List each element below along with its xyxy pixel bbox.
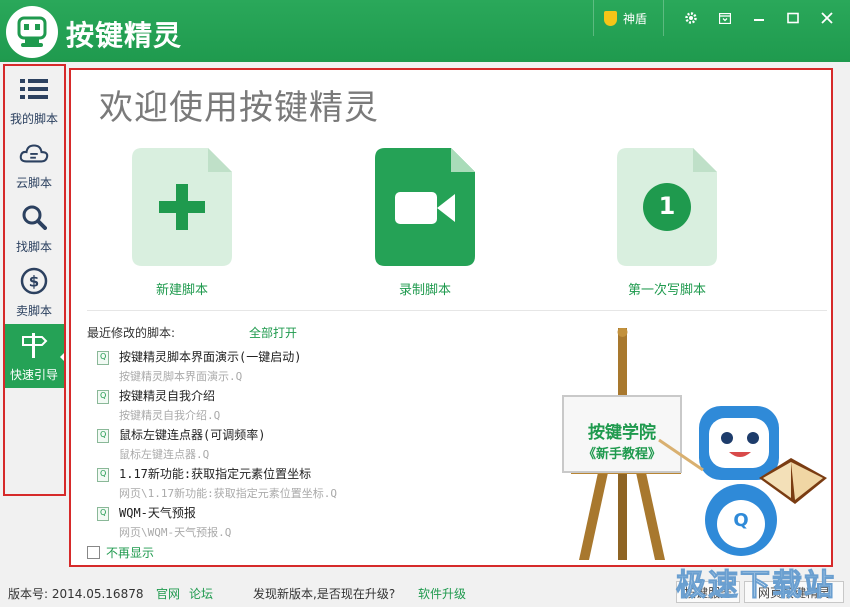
script-path: 按键精灵脚本界面演示.Q [119, 370, 243, 383]
gear-icon [685, 12, 697, 24]
recent-scripts-list: 按键精灵脚本界面演示(一键启动) 按键精灵脚本界面演示.Q 按键精灵自我介绍 按… [97, 348, 337, 543]
new-script-doc-icon [132, 148, 232, 266]
easel-subtitle: 《新手教程》 [582, 447, 661, 462]
welcome-title: 欢迎使用按键精灵 [99, 88, 379, 128]
dont-show-checkbox[interactable] [87, 546, 100, 559]
forum-link[interactable]: 论坛 [189, 585, 213, 602]
sidebar-item-sell-scripts[interactable]: $ 卖脚本 [4, 260, 64, 324]
list-item[interactable]: 按键精灵脚本界面演示(一键启动) 按键精灵脚本界面演示.Q [97, 348, 337, 387]
list-item[interactable]: WQM-天气预报 网页\WQM-天气预报.Q [97, 504, 337, 543]
sidebar-item-my-scripts[interactable]: 我的脚本 [4, 68, 64, 132]
sidebar-item-label: 卖脚本 [15, 303, 52, 318]
list-item[interactable]: 按键精灵自我介绍 按键精灵自我介绍.Q [97, 387, 337, 426]
dollar-icon: $ [20, 267, 48, 294]
dont-show-again[interactable]: 不再显示 [87, 544, 154, 561]
recent-scripts-heading: 最近修改的脚本: [87, 326, 176, 340]
record-script-doc-icon [375, 148, 475, 266]
tutorial-easel-banner[interactable]: 按键学院 《新手教程》 Q [551, 327, 831, 564]
sidebar-item-cloud-scripts[interactable]: 云脚本 [4, 132, 64, 196]
signpost-icon [22, 332, 48, 358]
divider [87, 310, 827, 311]
robot-logo-icon [17, 16, 47, 47]
record-script-tile[interactable]: 录制脚本 [370, 148, 480, 298]
site-watermark: 极速下载站 [676, 568, 836, 604]
search-icon [22, 205, 47, 230]
sidebar-item-label: 我的脚本 [9, 111, 58, 126]
close-button[interactable] [810, 0, 844, 36]
minimize-icon [754, 19, 764, 21]
sidebar-item-find-scripts[interactable]: 找脚本 [4, 196, 64, 260]
settings-button[interactable] [674, 0, 708, 36]
script-title: WQM-天气预报 [119, 506, 196, 520]
list-icon [20, 78, 48, 99]
script-title: 鼠标左键连点器(可调频率) [119, 428, 266, 442]
open-all-link[interactable]: 全部打开 [249, 324, 297, 341]
app-logo [6, 6, 58, 58]
quick-guide-panel: 欢迎使用按键精灵 新建脚本 录制脚本 1 第一次写脚本 最近修改的脚本: 全部打… [69, 68, 833, 567]
mascot-letter: Q [733, 510, 749, 531]
app-title: 按键精灵 [66, 19, 183, 52]
update-message: 发现新版本,是否现在升级? [253, 587, 396, 601]
cloud-icon [19, 143, 49, 162]
minimize-button[interactable] [742, 0, 776, 36]
menu-icon [719, 12, 731, 24]
sidebar-item-label: 云脚本 [15, 175, 52, 190]
title-bar: 按键精灵 神盾 [0, 0, 850, 62]
list-item[interactable]: 1.17新功能:获取指定元素位置坐标 网页\1.17新功能:获取指定元素位置坐标… [97, 465, 337, 504]
script-title: 1.17新功能:获取指定元素位置坐标 [119, 467, 312, 481]
script-file-icon [97, 507, 109, 521]
tile-number: 1 [658, 192, 676, 220]
script-title: 按键精灵自我介绍 [119, 389, 216, 403]
video-camera-icon [395, 192, 437, 224]
shield-icon [603, 10, 617, 26]
sidebar-item-label: 快速引导 [9, 367, 58, 382]
version-label: 版本号: 2014.05.16878 [8, 587, 144, 601]
easel-title: 按键学院 [588, 423, 656, 443]
dont-show-label: 不再显示 [106, 546, 155, 560]
first-script-tile[interactable]: 1 第一次写脚本 [612, 148, 722, 298]
record-script-label: 录制脚本 [398, 283, 451, 298]
upgrade-link[interactable]: 软件升级 [418, 585, 466, 602]
shield-label: 神盾 [622, 11, 647, 26]
maximize-button[interactable] [776, 0, 810, 36]
sidebar-item-quick-guide[interactable]: 快速引导 [4, 324, 65, 388]
script-file-icon [97, 468, 109, 482]
script-path: 按键精灵自我介绍.Q [119, 409, 221, 422]
menu-button[interactable] [708, 0, 742, 36]
list-item[interactable]: 鼠标左键连点器(可调频率) 鼠标左键连点器.Q [97, 426, 337, 465]
maximize-icon [787, 12, 799, 24]
sidebar-item-label: 找脚本 [15, 239, 52, 254]
script-file-icon [97, 351, 109, 365]
script-path: 网页\1.17新功能:获取指定元素位置坐标.Q [119, 487, 337, 500]
script-title: 按键精灵脚本界面演示(一键启动) [119, 350, 302, 364]
close-icon [821, 12, 833, 24]
first-script-label: 第一次写脚本 [627, 283, 706, 298]
script-file-icon [97, 429, 109, 443]
script-path: 鼠标左键连点器.Q [119, 448, 210, 461]
official-site-link[interactable]: 官网 [156, 585, 180, 602]
new-script-tile[interactable]: 新建脚本 [127, 148, 237, 298]
new-script-label: 新建脚本 [155, 283, 208, 298]
script-path: 网页\WQM-天气预报.Q [119, 526, 232, 539]
script-file-icon [97, 390, 109, 404]
shield-button[interactable]: 神盾 [592, 0, 664, 36]
svg-text:$: $ [29, 272, 39, 290]
sidebar: 我的脚本 云脚本 找脚本 $ 卖脚本 快速引导 [0, 62, 66, 577]
